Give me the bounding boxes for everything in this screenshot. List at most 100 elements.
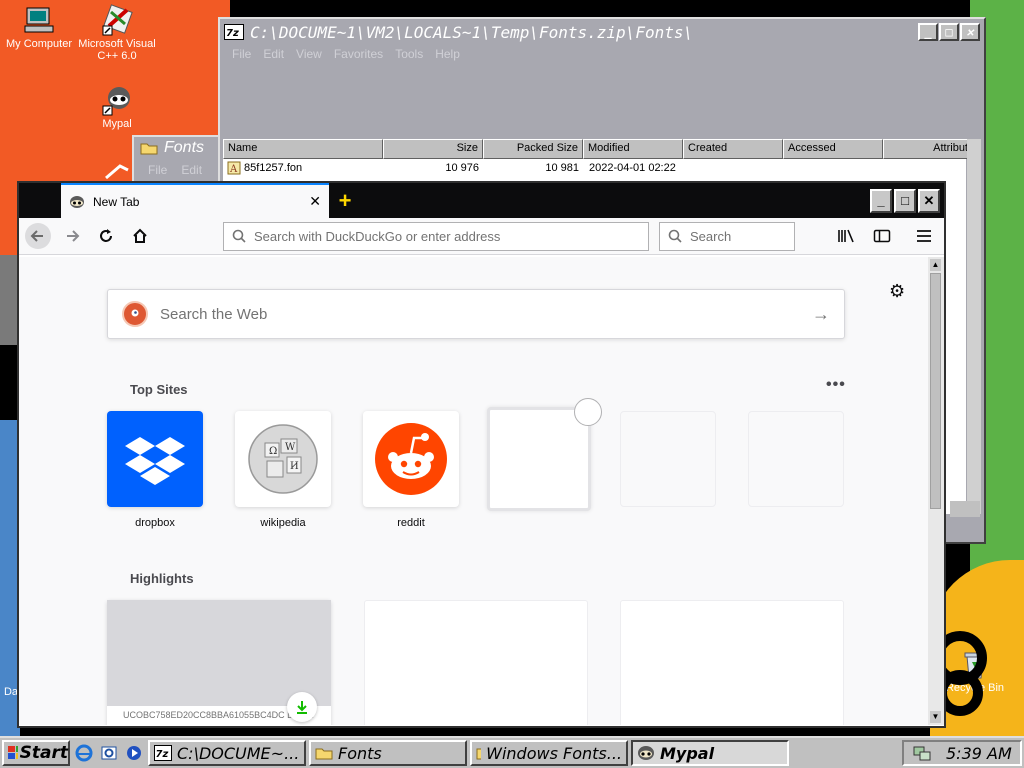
maximize-button[interactable]: □ [894, 188, 916, 213]
top-sites-heading: Top Sites [130, 382, 188, 397]
menu-edit[interactable]: Edit [257, 45, 290, 65]
top-site-empty[interactable] [748, 411, 844, 507]
top-site-placeholder-dragging[interactable] [487, 407, 591, 511]
highlight-card[interactable]: UCOBC758ED20CC8BBA61055BC4DC DL DR [107, 600, 331, 725]
reload-button[interactable] [93, 223, 119, 249]
column-accessed[interactable]: Accessed [783, 139, 883, 159]
folder-icon [476, 748, 482, 760]
desktop-icon-partial[interactable]: Da [0, 686, 18, 698]
network-tray-icon[interactable] [912, 744, 932, 762]
dropbox-tile [107, 411, 203, 507]
browser-window[interactable]: New Tab ✕ + _ □ ✕ Search with DuckDuckGo… [17, 181, 946, 728]
scroll-down-arrow-icon[interactable]: ▼ [930, 711, 941, 723]
top-site-empty[interactable] [620, 411, 716, 507]
desktop-icon-mypal[interactable]: Mypal [78, 84, 156, 130]
top-site-wikipedia[interactable]: Ω W И wikipedia [235, 411, 331, 529]
desktop-icon-label: Da [3, 686, 18, 698]
svg-text:7z: 7z [156, 749, 169, 760]
table-row[interactable]: A 85f1257.fon 10 976 10 981 2022-04-01 0… [223, 159, 966, 177]
highlight-card-empty[interactable] [364, 600, 588, 725]
7zip-column-header: Name Size Packed Size Modified Created A… [223, 139, 973, 159]
scroll-up-arrow-icon[interactable]: ▲ [930, 259, 941, 271]
7zip-vertical-scrollbar[interactable] [967, 139, 981, 514]
system-tray: 5:39 AM [902, 740, 1022, 766]
web-search-box[interactable]: Search the Web → [107, 289, 845, 339]
tab-close-icon[interactable]: ✕ [309, 193, 321, 210]
column-modified[interactable]: Modified [583, 139, 683, 159]
svg-text:И: И [290, 461, 299, 472]
7zip-titlebar[interactable]: 7z C:\DOCUME~1\VM2\LOCALS~1\Temp\Fonts.z… [220, 19, 984, 45]
column-size[interactable]: Size [383, 139, 483, 159]
menu-file[interactable]: File [148, 163, 167, 177]
empty-tile [748, 411, 844, 507]
close-button[interactable]: ✕ [960, 23, 980, 41]
close-button[interactable]: ✕ [918, 188, 940, 213]
task-label: Fonts [338, 743, 382, 763]
hamburger-menu-icon [917, 230, 931, 242]
new-tab-button[interactable]: + [329, 183, 361, 218]
library-button[interactable] [832, 222, 860, 250]
highlight-card-empty[interactable] [620, 600, 844, 725]
scrollbar-thumb[interactable] [930, 273, 941, 509]
7zip-horizontal-scrollbar[interactable] [950, 501, 980, 517]
menu-help[interactable]: Help [429, 45, 466, 65]
browser-vertical-scrollbar[interactable]: ▲ ▼ [928, 257, 944, 725]
folder-icon [315, 748, 333, 760]
sidebar-button[interactable] [868, 222, 896, 250]
menu-tools[interactable]: Tools [389, 45, 429, 65]
start-button[interactable]: Start [2, 740, 70, 766]
top-site-dropbox[interactable]: dropbox [107, 411, 203, 529]
desktop-icon-my-computer[interactable]: My Computer [0, 4, 78, 50]
more-options-icon[interactable]: ••• [826, 376, 846, 394]
top-site-label: reddit [397, 517, 425, 529]
tab-title: New Tab [93, 194, 140, 209]
fonts-window-menu: File Edit [134, 159, 220, 177]
quicklaunch-media-player-icon[interactable] [123, 742, 145, 764]
dropbox-logo-icon [125, 437, 185, 485]
search-bar-placeholder: Search [690, 228, 732, 244]
new-tab-page: ⚙ Search the Web → Top Sites ••• dropbox [19, 257, 928, 725]
forward-button[interactable] [59, 223, 85, 249]
7zip-logo-icon: 7z [154, 745, 172, 761]
highlight-preview [107, 600, 331, 706]
task-mypal[interactable]: Mypal [631, 740, 789, 766]
tab-new-tab[interactable]: New Tab ✕ [61, 183, 329, 218]
menu-edit[interactable]: Edit [181, 163, 202, 177]
column-packed-size[interactable]: Packed Size [483, 139, 583, 159]
column-created[interactable]: Created [683, 139, 783, 159]
nav-toolbar: Search with DuckDuckGo or enter address … [19, 218, 944, 255]
column-name[interactable]: Name [223, 139, 383, 159]
quicklaunch-ie-icon[interactable] [73, 742, 95, 764]
fonts-window-titlebar[interactable]: Fonts [134, 137, 220, 159]
clock[interactable]: 5:39 AM [946, 744, 1012, 763]
menu-button[interactable] [910, 222, 938, 250]
task-7zip[interactable]: 7z C:\DOCUME~... [148, 740, 306, 766]
start-label: Start [19, 743, 68, 763]
maximize-button[interactable]: □ [939, 23, 959, 41]
back-button[interactable] [25, 223, 51, 249]
minimize-button[interactable]: _ [918, 23, 938, 41]
minimize-button[interactable]: _ [870, 188, 892, 213]
reload-icon [100, 229, 112, 242]
duckduckgo-icon [122, 301, 148, 327]
column-attributes[interactable]: Attribut [883, 139, 973, 159]
folder-icon [140, 143, 158, 155]
quicklaunch-outlook-icon[interactable] [98, 742, 120, 764]
url-bar[interactable]: Search with DuckDuckGo or enter address [223, 221, 649, 251]
search-submit-arrow-icon[interactable]: → [812, 304, 830, 325]
menu-file[interactable]: File [226, 45, 257, 65]
top-site-reddit[interactable]: reddit [363, 411, 459, 529]
gear-icon[interactable]: ⚙ [889, 281, 905, 302]
cell-name: A 85f1257.fon [223, 161, 383, 175]
desktop-icon-visual-cpp[interactable]: Microsoft Visual C++ 6.0 [78, 4, 156, 62]
taskbar: Start 7z C:\DOCUME~... Fonts Windows Fon… [0, 736, 1024, 768]
menu-view[interactable]: View [290, 45, 328, 65]
home-button[interactable] [127, 223, 153, 249]
home-icon [133, 228, 147, 243]
wikipedia-tile: Ω W И [235, 411, 331, 507]
task-windows-fonts[interactable]: Windows Fonts... [470, 740, 628, 766]
menu-favorites[interactable]: Favorites [328, 45, 389, 65]
svg-text:A: A [229, 164, 238, 175]
search-bar[interactable]: Search [659, 221, 795, 251]
task-fonts[interactable]: Fonts [309, 740, 467, 766]
